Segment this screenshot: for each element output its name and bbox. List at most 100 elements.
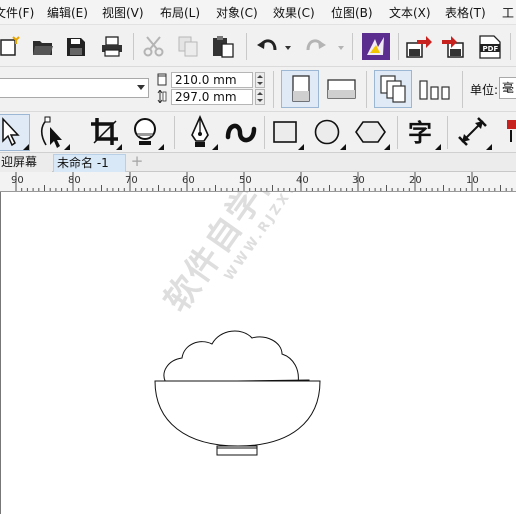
width-icon (157, 73, 167, 86)
toolbar-separator (273, 71, 274, 108)
toolbar-separator (510, 33, 511, 60)
artistic-media-button[interactable] (224, 115, 260, 150)
menu-bar: 文件(F) 编辑(E) 视图(V) 布局(L) 对象(C) 效果(C) 位图(B… (0, 0, 516, 25)
zoom-tool-button[interactable] (130, 115, 164, 150)
tab-untitled-1[interactable]: 未命名 -1 (53, 154, 126, 172)
new-icon[interactable] (0, 36, 20, 56)
crop-tool-button[interactable] (88, 115, 122, 150)
menu-table[interactable]: 表格(T) (445, 4, 486, 21)
launch-icon[interactable] (362, 33, 390, 60)
ruler-label: 40 (296, 175, 309, 186)
toolbox: 字 (0, 112, 516, 153)
tab-welcome-screen[interactable]: 迎屏幕 (0, 154, 52, 172)
pick-tool-button[interactable] (0, 114, 30, 151)
width-field[interactable]: 210.0 mm (171, 72, 253, 88)
width-spinner[interactable] (255, 72, 265, 88)
toolbar-separator (246, 33, 247, 60)
ruler-label: 20 (409, 175, 422, 186)
toolbar-separator (398, 33, 399, 60)
flyout-indicator (340, 144, 346, 150)
svg-text:PDF: PDF (483, 45, 499, 53)
artistic-media-icon (225, 123, 257, 143)
print-icon[interactable] (101, 36, 123, 57)
redo-icon[interactable] (306, 36, 344, 57)
ruler-label: 30 (352, 175, 365, 186)
menu-effects[interactable]: 效果(C) (273, 4, 315, 21)
copy-icon[interactable] (178, 36, 200, 57)
current-page-icon[interactable] (418, 79, 454, 101)
toolbar-separator (397, 116, 398, 149)
standard-toolbar: PDF (0, 25, 516, 67)
paste-icon[interactable] (212, 35, 236, 58)
toolbar-separator (462, 71, 463, 108)
cut-icon[interactable] (143, 36, 165, 57)
toolbar-separator (352, 33, 353, 60)
text-tool-button[interactable]: 字 (405, 115, 441, 150)
rice-mound-shape (163, 330, 299, 384)
toolbar-separator (264, 116, 265, 149)
unit-select[interactable]: 毫 (499, 77, 516, 99)
connector-tool-icon[interactable] (503, 118, 516, 148)
menu-object[interactable]: 对象(C) (216, 4, 258, 21)
flyout-indicator (486, 144, 492, 150)
toolbar-separator (133, 33, 134, 60)
menu-layout[interactable]: 布局(L) (160, 4, 200, 21)
portrait-button[interactable] (281, 70, 319, 108)
add-tab-icon[interactable]: + (130, 154, 144, 169)
flyout-indicator (435, 144, 441, 150)
undo-icon[interactable] (257, 36, 291, 57)
rectangle-tool-button[interactable] (270, 115, 304, 150)
bowl-foot-shape (216, 445, 258, 456)
flyout-indicator (116, 144, 122, 150)
menu-tools[interactable]: 工 (502, 4, 514, 21)
ruler-label: 70 (125, 175, 138, 186)
import-icon[interactable] (406, 34, 432, 59)
height-field[interactable]: 297.0 mm (171, 89, 253, 105)
ellipse-tool-button[interactable] (312, 115, 346, 150)
export-icon[interactable] (442, 34, 468, 59)
toolbar-separator (174, 116, 175, 149)
rice-bowl-drawing[interactable] (0, 192, 516, 514)
horizontal-ruler[interactable]: 90 80 70 60 50 40 30 20 10 (0, 172, 516, 192)
menu-bitmaps[interactable]: 位图(B) (331, 4, 373, 21)
menu-edit[interactable]: 编辑(E) (47, 4, 88, 21)
flyout-indicator (23, 144, 29, 150)
menu-text[interactable]: 文本(X) (389, 4, 431, 21)
page-size-dropdown[interactable] (0, 78, 149, 98)
height-icon (157, 90, 167, 103)
open-icon[interactable] (32, 37, 54, 57)
all-pages-icon (380, 75, 406, 103)
bowl-body-shape (154, 380, 321, 447)
property-bar: 210.0 mm 297.0 mm 单位: 毫 (0, 67, 516, 112)
document-tab-bar: 迎屏幕 未命名 -1 + (0, 153, 516, 172)
height-spinner[interactable] (255, 89, 265, 105)
polygon-tool-button[interactable] (354, 115, 390, 150)
unit-label: 单位: (470, 83, 499, 97)
pdf-icon[interactable]: PDF (478, 35, 502, 59)
shape-tool-button[interactable] (38, 115, 70, 150)
flyout-indicator (212, 144, 218, 150)
all-pages-button[interactable] (374, 70, 412, 108)
dimension-tool-button[interactable] (456, 115, 492, 150)
menu-file[interactable]: 文件(F) (0, 4, 34, 21)
drawing-canvas[interactable]: 软件自学网 WWW.RJZXW.COM (0, 192, 516, 514)
svg-text:字: 字 (408, 119, 432, 147)
pen-tool-button[interactable] (184, 115, 218, 150)
ruler-label: 10 (466, 175, 479, 186)
ruler-label: 80 (68, 175, 81, 186)
ruler-label: 90 (11, 175, 24, 186)
dimension-tool-icon (458, 117, 487, 146)
menu-view[interactable]: 视图(V) (102, 4, 144, 21)
toolbar-separator (447, 116, 448, 149)
save-icon[interactable] (66, 37, 86, 57)
flyout-indicator (158, 144, 164, 150)
portrait-icon (292, 75, 310, 102)
toolbar-separator (366, 71, 367, 108)
text-tool-icon: 字 (408, 119, 432, 147)
polygon-tool-icon (355, 121, 386, 143)
flyout-indicator (64, 144, 70, 150)
ruler-label: 50 (239, 175, 252, 186)
flyout-indicator (298, 144, 304, 150)
landscape-icon[interactable] (326, 77, 358, 101)
flyout-indicator (384, 144, 390, 150)
